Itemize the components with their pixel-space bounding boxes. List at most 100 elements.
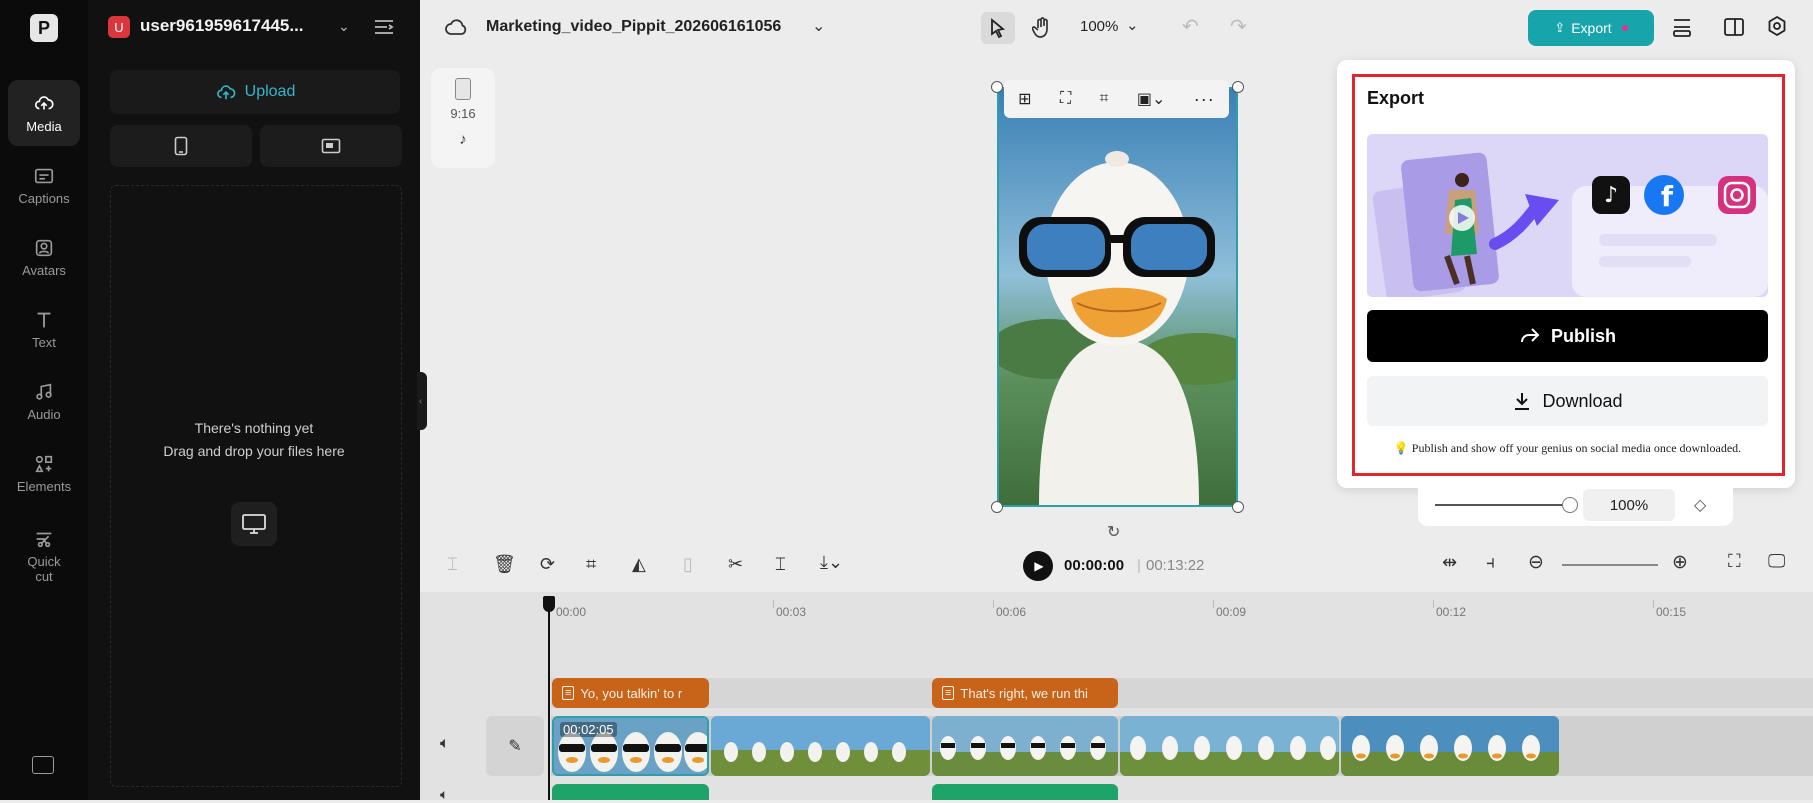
folder-source-button[interactable] [260, 125, 402, 167]
video-clip[interactable] [711, 716, 930, 776]
edit-cover-button[interactable]: ✎ [486, 716, 544, 776]
export-button[interactable]: ⇪ Export [1528, 10, 1654, 46]
zoom-in-icon[interactable]: ⊕ [1672, 551, 1688, 574]
download-label: Download [1542, 390, 1623, 411]
time-tick: 00:06 [996, 605, 1027, 619]
video-clip[interactable]: 00:02:05 [552, 716, 709, 776]
speed-icon[interactable]: ⟳ [540, 554, 555, 575]
caption-icon: ≡ [942, 686, 955, 700]
rail-item-elements[interactable]: Elements [8, 440, 80, 506]
resize-handle[interactable] [991, 81, 1003, 93]
preview-screen-icon[interactable]: 🖵 [1768, 551, 1785, 572]
project-title[interactable]: Marketing_video_Pippit_202606161056 [486, 18, 781, 36]
keyboard-icon[interactable] [32, 756, 54, 774]
scissors-icon [36, 532, 52, 548]
rail-item-avatars[interactable]: Avatars [8, 224, 80, 290]
timeline-zoom-slider[interactable] [1562, 564, 1658, 566]
rail-item-audio[interactable]: Audio [8, 368, 80, 434]
audio-clip[interactable] [932, 784, 1118, 800]
zoom-value[interactable]: 100% [1583, 489, 1675, 521]
zoom-out-icon[interactable]: ⊖ [1528, 551, 1544, 574]
rotate-icon[interactable]: ↻ [1107, 522, 1120, 542]
rail-item-label: Text [32, 334, 56, 350]
zoom-level[interactable]: 100% [1080, 18, 1118, 35]
settings-icon[interactable] [1766, 15, 1788, 42]
trim-icon[interactable]: ⌶ [775, 554, 786, 575]
redo-icon[interactable]: ↷ [1230, 14, 1247, 39]
layers-icon[interactable] [1670, 15, 1694, 44]
resize-handle[interactable] [991, 501, 1003, 513]
clip-thumbnail [711, 716, 930, 776]
phone-source-button[interactable] [110, 125, 252, 167]
clip-thumbnail [1341, 716, 1559, 776]
replace-image-icon[interactable]: ⊞ [1018, 89, 1031, 109]
upload-button[interactable]: Upload [110, 70, 400, 114]
resize-handle[interactable] [1232, 81, 1244, 93]
clip-thumbnail [1120, 716, 1339, 776]
playhead[interactable] [548, 596, 550, 800]
mirror-icon[interactable]: ◭ [632, 554, 646, 575]
split-icon[interactable]: ⌶ [447, 554, 458, 575]
play-button[interactable]: ▶ [1023, 551, 1053, 581]
export-popup-title: Export [1367, 88, 1425, 108]
fit-frame-icon[interactable]: ⛶ [1060, 90, 1071, 108]
download-menu-icon[interactable]: ⤓⌄ [820, 552, 843, 573]
panel-collapse-handle[interactable]: ‹ [417, 372, 427, 430]
chevron-down-icon[interactable]: ⌄ [812, 16, 825, 36]
crop-icon[interactable]: ⌗ [1100, 90, 1109, 108]
caption-clip[interactable]: ≡ That's right, we run thi [932, 678, 1118, 708]
tiktok-icon[interactable]: ♪ [459, 131, 467, 148]
audio-clip[interactable] [552, 784, 709, 800]
publish-label: Publish [1550, 325, 1616, 346]
hand-icon [1032, 17, 1048, 38]
resize-handle[interactable] [1232, 501, 1244, 513]
fit-timeline-icon[interactable]: ⛶ [1728, 551, 1741, 572]
download-button[interactable]: Download [1367, 376, 1768, 426]
tick-mark [1213, 600, 1214, 608]
background-icon[interactable]: ▣⌄ [1137, 89, 1166, 109]
pointer-icon [991, 18, 1006, 38]
undo-icon[interactable]: ↶ [1182, 14, 1199, 39]
video-clip[interactable] [1341, 716, 1559, 776]
rail-item-text[interactable]: Text [8, 296, 80, 362]
cut-icon[interactable]: ✂ [728, 554, 743, 575]
lightbulb-icon: 💡 [1393, 441, 1409, 455]
dropzone[interactable] [110, 185, 402, 787]
phone-icon [174, 136, 188, 156]
time-separator: | [1137, 557, 1141, 574]
chevron-down-icon[interactable]: ⌄ [338, 18, 350, 35]
video-clip[interactable] [932, 716, 1118, 776]
more-options-icon[interactable]: ··· [1194, 89, 1215, 110]
rail-item-media[interactable]: Media [8, 80, 80, 146]
total-time: 00:13:22 [1146, 557, 1205, 574]
chevron-down-icon[interactable]: ⌄ [1126, 16, 1139, 34]
app-logo[interactable]: P [30, 14, 58, 42]
crop-icon[interactable]: ⌗ [586, 554, 596, 575]
video-canvas[interactable] [997, 87, 1238, 507]
volume-icon[interactable]: 🔈︎ [440, 786, 448, 803]
volume-icon[interactable]: 🔈︎ [440, 735, 450, 753]
playhead-handle[interactable] [543, 596, 555, 612]
hand-tool-button[interactable] [1025, 12, 1059, 44]
select-tool-button[interactable] [981, 12, 1015, 44]
split-view-icon[interactable] [1723, 16, 1745, 43]
rail-item-captions[interactable]: Captions [8, 152, 80, 218]
keyframe-icon[interactable]: ◇ [1694, 495, 1706, 515]
delete-icon[interactable]: 🗑︎ [493, 554, 516, 575]
aspect-ratio-panel[interactable]: 9:16 ♪ [431, 68, 495, 168]
rail-item-quick-cut[interactable]: Quick cut [8, 520, 80, 592]
video-clip[interactable] [1120, 716, 1339, 776]
zoom-slider-knob[interactable] [1562, 497, 1578, 513]
monitor-button[interactable] [231, 502, 277, 546]
avatar[interactable]: U [108, 16, 130, 38]
list-collapse-icon[interactable] [373, 17, 395, 42]
cloud-save-icon[interactable] [445, 16, 469, 43]
zoom-slider-track[interactable] [1435, 504, 1570, 506]
publish-button[interactable]: Publish [1367, 310, 1768, 362]
account-name[interactable]: user961959617445... [140, 16, 304, 36]
freeze-icon[interactable]: ▯ [683, 554, 693, 575]
snap-icon[interactable]: ⇹ [1442, 552, 1457, 573]
link-icon[interactable]: ⫞ [1486, 552, 1495, 573]
caption-clip[interactable]: ≡ Yo, you talkin' to r [552, 678, 709, 708]
empty-state-title: There's nothing yet [194, 420, 314, 436]
